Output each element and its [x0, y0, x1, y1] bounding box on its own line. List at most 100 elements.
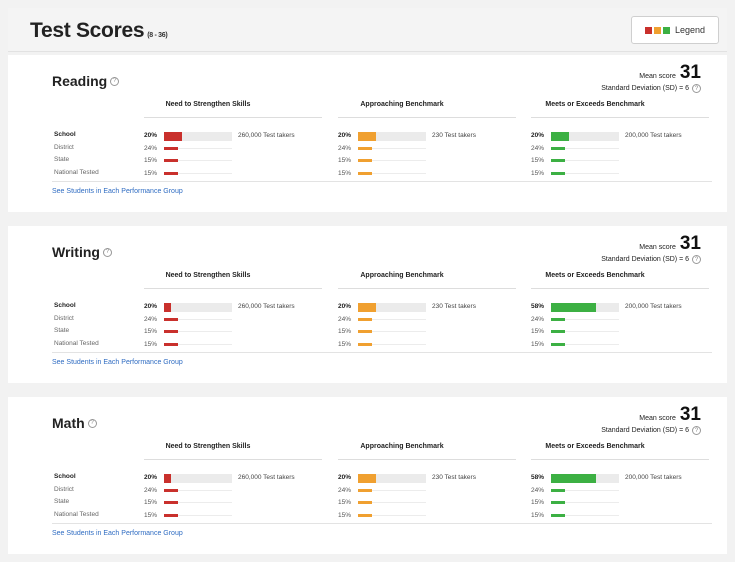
comparison-track — [178, 515, 232, 516]
comparison-track — [565, 344, 619, 345]
percent-value: 58% — [531, 474, 545, 481]
progress-fill — [551, 474, 596, 483]
mean-score-value: 31 — [679, 404, 701, 425]
comparison-bar — [358, 489, 372, 492]
comparison-bar — [551, 159, 565, 162]
comparison-bar — [164, 172, 178, 175]
comparison-bar — [551, 172, 565, 175]
comparison-bar — [358, 318, 372, 321]
percent-value: 20% — [144, 303, 158, 310]
comparison-track — [565, 515, 619, 516]
section-title: Math? — [52, 415, 97, 431]
comparison-track — [178, 331, 232, 332]
cell-need-state: 15% — [144, 156, 324, 166]
cell-need-district: 24% — [144, 315, 324, 325]
column-header-meets: Meets or Exceeds Benchmark — [545, 443, 645, 450]
cell-approaching-district: 24% — [338, 144, 518, 154]
progress-fill — [358, 303, 376, 312]
percent-value: 15% — [144, 341, 158, 348]
comparison-bar — [551, 318, 565, 321]
legend-label: Legend — [674, 25, 706, 35]
progress-fill — [358, 474, 376, 483]
cell-approaching-school: 20% 230 Test takers — [338, 302, 518, 312]
row-label-state: State — [54, 327, 70, 334]
column-header-rule — [531, 117, 709, 118]
percent-value: 15% — [531, 341, 545, 348]
percent-value: 24% — [144, 145, 158, 152]
cell-meets-state: 15% — [531, 498, 711, 508]
cell-meets-school: 58% 200,000 Test takers — [531, 302, 711, 312]
percent-value: 24% — [531, 316, 545, 323]
percent-value: 58% — [531, 303, 545, 310]
see-students-link[interactable]: See Students in Each Performance Group — [52, 359, 183, 366]
comparison-bar — [164, 318, 178, 321]
see-students-link[interactable]: See Students in Each Performance Group — [52, 530, 183, 537]
percent-value: 15% — [144, 328, 158, 335]
cell-need-state: 15% — [144, 498, 324, 508]
progress-fill — [551, 303, 596, 312]
test-takers-count: 230 Test takers — [432, 303, 476, 310]
comparison-track — [178, 173, 232, 174]
comparison-track — [372, 173, 426, 174]
percent-value: 15% — [531, 512, 545, 519]
percent-value: 24% — [338, 316, 352, 323]
test-takers-count: 260,000 Test takers — [238, 474, 295, 481]
sd-info-icon[interactable]: ? — [692, 426, 701, 435]
comparison-track — [178, 502, 232, 503]
sd-info-icon[interactable]: ? — [692, 255, 701, 264]
comparison-bar — [551, 147, 565, 150]
progress-fill — [551, 132, 569, 141]
comparison-track — [372, 502, 426, 503]
row-label-national-tested: National Tested — [54, 511, 99, 518]
test-takers-count: 200,000 Test takers — [625, 303, 682, 310]
comparison-track — [178, 490, 232, 491]
legend-swatch-meets — [662, 26, 670, 34]
comparison-bar — [551, 343, 565, 346]
info-icon[interactable]: ? — [87, 418, 97, 428]
progress-track — [164, 303, 232, 312]
percent-value: 15% — [531, 328, 545, 335]
column-header-rule — [531, 459, 709, 460]
comparison-bar — [358, 514, 372, 517]
cell-approaching-state: 15% — [338, 327, 518, 337]
comparison-track — [372, 148, 426, 149]
info-icon[interactable]: ? — [102, 247, 112, 257]
column-header-rule — [338, 288, 516, 289]
cell-need-district: 24% — [144, 486, 324, 496]
mean-score-block: Mean score 31 Standard Deviation (SD) = 6? — [601, 234, 701, 264]
percent-value: 20% — [144, 132, 158, 139]
section-title-text: Writing — [52, 244, 100, 260]
see-students-link[interactable]: See Students in Each Performance Group — [52, 188, 183, 195]
comparison-track — [565, 148, 619, 149]
info-icon[interactable]: ? — [110, 76, 120, 86]
test-takers-count: 260,000 Test takers — [238, 303, 295, 310]
section-divider — [52, 523, 712, 524]
comparison-track — [178, 319, 232, 320]
comparison-track — [565, 331, 619, 332]
mean-score-label: Mean score — [639, 73, 676, 80]
comparison-track — [372, 331, 426, 332]
cell-meets-state: 15% — [531, 327, 711, 337]
comparison-bar — [358, 147, 372, 150]
comparison-bar — [551, 514, 565, 517]
test-scores-page: Test Scores (8 - 36) Legend Reading? Mean … — [0, 0, 735, 562]
percent-value: 15% — [144, 170, 158, 177]
comparison-bar — [358, 159, 372, 162]
legend-button[interactable]: Legend — [631, 16, 719, 44]
comparison-track — [178, 148, 232, 149]
column-header-rule — [338, 117, 516, 118]
percent-value: 15% — [531, 157, 545, 164]
test-takers-count: 200,000 Test takers — [625, 474, 682, 481]
comparison-bar — [164, 514, 178, 517]
sd-info-icon[interactable]: ? — [692, 84, 701, 93]
percent-value: 24% — [531, 145, 545, 152]
cell-meets-national-tested: 15% — [531, 340, 711, 350]
percent-value: 24% — [144, 487, 158, 494]
cell-need-national-tested: 15% — [144, 340, 324, 350]
cell-approaching-district: 24% — [338, 315, 518, 325]
column-header-rule — [144, 117, 322, 118]
comparison-bar — [358, 172, 372, 175]
cell-meets-school: 20% 200,000 Test takers — [531, 131, 711, 141]
column-header-meets: Meets or Exceeds Benchmark — [545, 272, 645, 279]
percent-value: 15% — [338, 499, 352, 506]
